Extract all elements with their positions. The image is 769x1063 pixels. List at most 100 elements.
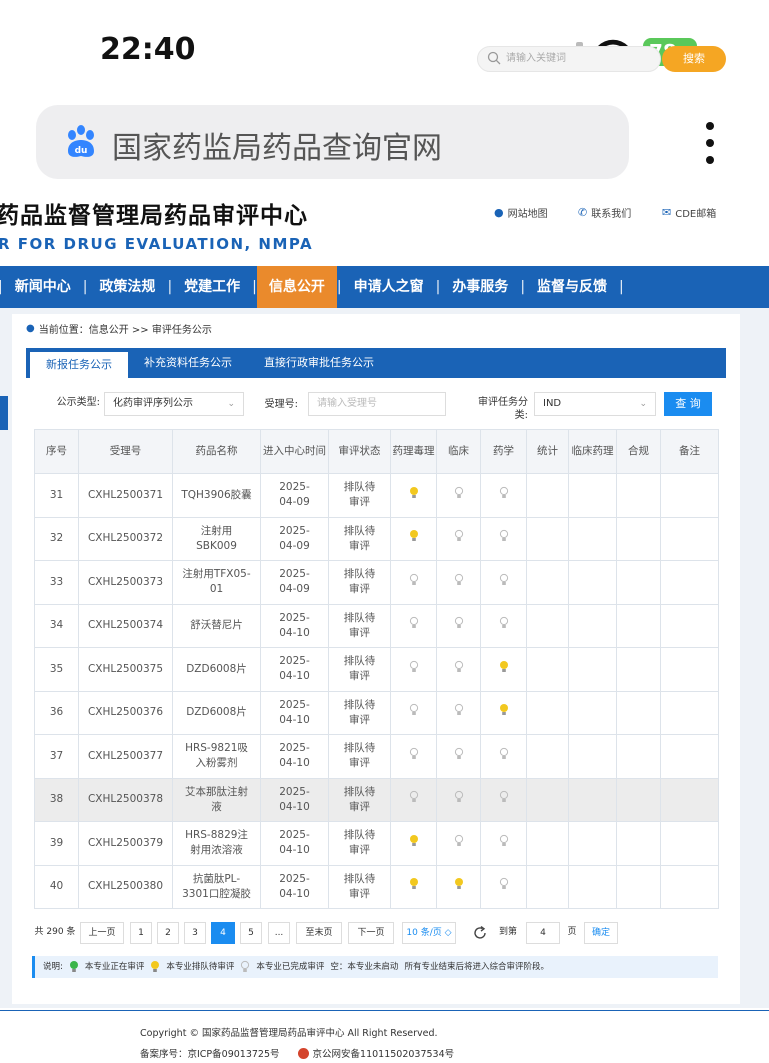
entry-date: 2025-04-09 [260, 560, 329, 605]
pharmaceutics-status [480, 603, 527, 648]
row-number: 39 [34, 821, 79, 866]
clinical-pharm-status [568, 473, 617, 518]
entry-date: 2025-04-10 [260, 603, 329, 648]
bulb-gray-icon [409, 573, 418, 585]
pharm-tox-status [390, 516, 437, 561]
page-unit: 页 [567, 927, 577, 937]
site-search-input[interactable]: 请输入关键词 [477, 46, 661, 72]
browser-search-bar[interactable]: du 国家药监局药品查询官网 [36, 105, 629, 179]
remarks [660, 690, 719, 735]
bulb-gray-icon [454, 704, 463, 716]
table-row[interactable]: 34 CXHL2500374 舒沃替尼片 2025-04-10 排队待审评 [34, 603, 719, 648]
entry-date: 2025-04-10 [260, 821, 329, 866]
contact-link[interactable]: ✆ 联系我们 [578, 205, 631, 220]
nav-item-news[interactable]: 新闻中心 [3, 266, 83, 308]
entry-date: 2025-04-10 [260, 690, 329, 735]
bulb-gray-icon [499, 530, 508, 542]
tab-new-tasks[interactable]: 新报任务公示 [30, 352, 128, 378]
police-number[interactable]: 京公网安备11011502037534号 [313, 1046, 455, 1060]
statistics-status [526, 603, 569, 648]
nav-item-services[interactable]: 办事服务 [440, 266, 520, 308]
clinical-status [436, 734, 481, 779]
col-header: 序号 [34, 429, 79, 474]
clinical-status [436, 690, 481, 735]
statistics-status [526, 777, 569, 822]
table-row[interactable]: 36 CXHL2500376 DZD6008片 2025-04-10 排队待审评 [34, 690, 719, 735]
table-row[interactable]: 31 CXHL2500371 TQH3906胶囊 2025-04-09 排队待审评 [34, 473, 719, 518]
task-type-select[interactable]: IND ⌄ [534, 392, 656, 416]
type-select[interactable]: 化药审评序列公示 ⌄ [104, 392, 244, 416]
query-button[interactable]: 查 询 [664, 392, 712, 416]
side-tab[interactable] [0, 396, 8, 430]
entry-date: 2025-04-10 [260, 734, 329, 779]
bulb-yellow-icon [409, 530, 418, 542]
statistics-status [526, 864, 569, 909]
col-header: 受理号 [78, 429, 173, 474]
col-header: 药理毒理 [390, 429, 437, 474]
review-status: 排队待审评 [328, 603, 391, 648]
review-status: 排队待审评 [328, 821, 391, 866]
next-page-button[interactable]: 下一页 [348, 922, 394, 944]
refresh-icon[interactable] [472, 925, 488, 941]
search-icon [487, 51, 501, 65]
more-menu-icon[interactable] [695, 118, 725, 168]
last-page-button[interactable]: 至末页 [296, 922, 342, 944]
bulb-yellow-icon [151, 961, 160, 972]
table-row[interactable]: 37 CXHL2500377 HRS-9821吸入粉雾剂 2025-04-10 排队待审… [34, 734, 719, 779]
bulb-gray-icon [409, 704, 418, 716]
tab-direct-approval-tasks[interactable]: 直接行政审批任务公示 [248, 348, 390, 378]
review-status: 排队待审评 [328, 560, 391, 605]
table-row[interactable]: 33 CXHL2500373 注射用TFX05-01 2025-04-09 排队待审评 [34, 560, 719, 605]
sitemap-link[interactable]: ● 网站地图 [494, 205, 548, 220]
pharm-tox-status [390, 690, 437, 735]
bulb-gray-icon [454, 486, 463, 498]
page-button[interactable]: 1 [130, 922, 152, 944]
pharmaceutics-status [480, 777, 527, 822]
table-row[interactable]: 38 CXHL2500378 艾本那肽注射液 2025-04-10 排队待审评 [34, 777, 719, 822]
icp-info: 备案序号：京ICP备09013725号 京公网安备11011502037534号 [140, 1046, 454, 1060]
col-header: 药品名称 [172, 429, 261, 474]
prev-page-button[interactable]: 上一页 [80, 922, 124, 944]
review-status: 排队待审评 [328, 864, 391, 909]
bulb-gray-icon [454, 530, 463, 542]
pharmaceutics-status [480, 734, 527, 779]
nav-item-party[interactable]: 党建工作 [172, 266, 252, 308]
compliance-status [616, 864, 661, 909]
accept-number-input[interactable]: 请输入受理号 [308, 392, 446, 416]
nav-item-policy[interactable]: 政策法规 [87, 266, 167, 308]
legend-title: 说明: [43, 962, 63, 972]
drug-name: 艾本那肽注射液 [172, 777, 261, 822]
clinical-status [436, 777, 481, 822]
table-row[interactable]: 39 CXHL2500379 HRS-8829注射用浓溶液 2025-04-10 排队待… [34, 821, 719, 866]
footer-divider [0, 1010, 769, 1011]
site-search-button[interactable]: 搜索 [662, 46, 726, 72]
table-row[interactable]: 35 CXHL2500375 DZD6008片 2025-04-10 排队待审评 [34, 647, 719, 692]
task-type-label: 审评任务分类: [478, 397, 528, 421]
bulb-gray-icon [499, 486, 508, 498]
table-row[interactable]: 32 CXHL2500372 注射用SBK009 2025-04-09 排队待审评 [34, 516, 719, 561]
nav-item-applicant[interactable]: 申请人之窗 [342, 266, 436, 308]
page-button[interactable]: 2 [157, 922, 179, 944]
table-row[interactable]: 40 CXHL2500380 抗菌肽PL-3301口腔凝胶 2025-04-10 排队待… [34, 864, 719, 909]
copyright: Copyright © 国家药品监督管理局药品审评中心 All Right Re… [140, 1028, 438, 1039]
bulb-gray-icon [499, 791, 508, 803]
tab-supplement-tasks[interactable]: 补充资料任务公示 [128, 348, 248, 378]
goto-confirm-button[interactable]: 确定 [584, 922, 618, 944]
bulb-gray-icon [454, 660, 463, 672]
main-nav: | 新闻中心 | 政策法规 | 党建工作 | 信息公开 | 申请人之窗 | 办事… [0, 266, 769, 308]
bulb-yellow-icon [499, 704, 508, 716]
page-button[interactable]: 5 [240, 922, 262, 944]
icp-number[interactable]: 备案序号：京ICP备09013725号 [140, 1046, 280, 1060]
row-number: 33 [34, 560, 79, 605]
nav-item-supervision[interactable]: 监督与反馈 [525, 266, 619, 308]
page-button-current[interactable]: 4 [211, 922, 235, 944]
page-button[interactable]: 3 [184, 922, 206, 944]
nav-item-info-disclosure[interactable]: 信息公开 [256, 266, 337, 308]
clinical-status [436, 603, 481, 648]
site-title-en: R FOR DRUG EVALUATION, NMPA [0, 235, 314, 253]
row-number: 31 [34, 473, 79, 518]
cde-mail-link[interactable]: ✉ CDE邮箱 [662, 205, 716, 220]
review-status: 排队待审评 [328, 734, 391, 779]
goto-page-input[interactable]: 4 [526, 922, 560, 944]
per-page-select[interactable]: 10 条/页 ◇ [402, 922, 456, 944]
